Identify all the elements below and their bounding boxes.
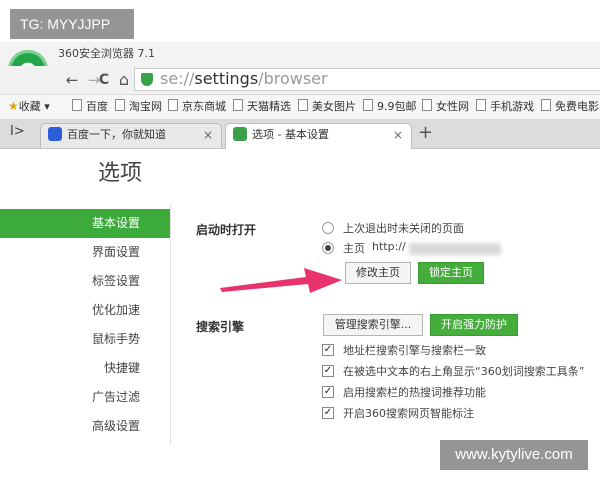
bookmark-item[interactable]: 9.9包邮 (363, 98, 417, 114)
bookmark-label: 9.9包邮 (377, 100, 417, 113)
close-icon[interactable]: × (203, 124, 213, 146)
sidebar-item-advanced[interactable]: 高级设置 (0, 412, 170, 441)
radio-last-session[interactable] (322, 222, 334, 234)
sidebar-item-gestures[interactable]: 鼠标手势 (0, 325, 170, 354)
new-tab-button[interactable]: + (418, 122, 433, 143)
bookmark-item[interactable]: 手机游戏 (476, 98, 534, 114)
bookmark-favorites[interactable]: ★收藏 ▾ (8, 98, 50, 114)
startup-heading: 启动时打开 (196, 223, 257, 237)
close-icon[interactable]: × (393, 124, 403, 146)
home-button[interactable]: ⌂ (114, 70, 134, 90)
checkbox-label: 地址栏搜索引擎与搜索栏一致 (343, 344, 486, 357)
checkbox-addressbar-sync[interactable]: ✓ (322, 344, 334, 356)
page-icon (476, 99, 486, 111)
star-icon: ★ (8, 99, 19, 113)
bookmark-label: 美女图片 (312, 100, 356, 113)
radio-homepage[interactable] (322, 242, 334, 254)
homepage-url-redacted (409, 243, 501, 255)
page-icon (233, 99, 243, 111)
app-title: 360安全浏览器 7.1 (58, 47, 155, 60)
bookmark-label: 淘宝网 (129, 100, 162, 113)
search-heading: 搜索引擎 (196, 320, 245, 334)
bookmark-item[interactable]: 天猫精选 (233, 98, 291, 114)
watermark-bottom: www.kytylive.com (440, 440, 588, 470)
tab-label: 选项 - 基本设置 (252, 128, 329, 141)
bookmark-label: 京东商城 (182, 100, 226, 113)
page-title: 选项 (98, 161, 143, 186)
reload-icon[interactable]: C (94, 70, 114, 90)
lock-homepage-button[interactable]: 锁定主页 (418, 262, 484, 284)
sidebar-toggle-button[interactable]: I> (10, 124, 25, 139)
wrench-icon (233, 127, 247, 141)
page-icon (115, 99, 125, 111)
tab-baidu[interactable]: 百度一下，你就知道 × (40, 123, 222, 148)
checkbox-selection-toolbar[interactable]: ✓ (322, 365, 334, 377)
watermark-top: TG: MYYJJPP (10, 9, 134, 39)
sidebar-divider (170, 205, 171, 445)
pointer-arrow-icon (220, 268, 342, 293)
page-icon (72, 99, 82, 111)
bookmark-label: 手机游戏 (490, 100, 534, 113)
sidebar-item-shortcuts[interactable]: 快捷键 (0, 354, 170, 383)
homepage-url: http:// (372, 240, 406, 253)
tab-settings[interactable]: 选项 - 基本设置 × (225, 123, 412, 149)
sidebar-item-basic[interactable]: 基本设置 (0, 209, 170, 238)
sidebar-item-adblock[interactable]: 广告过滤 (0, 383, 170, 412)
sidebar-item-tabs[interactable]: 标签设置 (0, 267, 170, 296)
bookmark-item[interactable]: 美女图片 (298, 98, 356, 114)
favorites-label: 收藏 (18, 100, 41, 113)
bookmark-label: 免费电影 (555, 100, 599, 113)
bookmark-item[interactable]: 免费电影 (541, 98, 599, 114)
page-icon (298, 99, 308, 111)
sidebar-item-optimize[interactable]: 优化加速 (0, 296, 170, 325)
bookmark-item[interactable]: 淘宝网 (115, 98, 162, 114)
tab-label: 百度一下，你就知道 (67, 128, 166, 141)
checkbox-label: 启用搜索栏的热搜词推荐功能 (343, 386, 486, 399)
sidebar-item-interface[interactable]: 界面设置 (0, 238, 170, 267)
option-homepage-label: 主页 (343, 242, 365, 255)
url-suffix: /browser (258, 69, 328, 88)
checkbox-smart-annotation[interactable]: ✓ (322, 407, 334, 419)
url-main: settings (194, 69, 259, 88)
bookmark-label: 女性网 (436, 100, 469, 113)
bookmark-item[interactable]: 百度 (72, 98, 108, 114)
option-last-session-label: 上次退出时未关闭的页面 (343, 222, 464, 235)
url-text[interactable]: se://settings/browser (160, 69, 328, 89)
url-prefix: se:// (160, 69, 195, 88)
baidu-paw-icon (48, 127, 62, 141)
back-button[interactable]: ← (62, 70, 82, 90)
page-icon (541, 99, 551, 111)
shield-icon (141, 73, 153, 86)
bookmark-item[interactable]: 京东商城 (168, 98, 226, 114)
bookmark-item[interactable]: 女性网 (422, 98, 469, 114)
checkbox-label: 在被选中文本的右上角显示“360划词搜索工具条” (343, 365, 585, 378)
page-icon (363, 99, 373, 111)
bookmark-label: 百度 (86, 100, 108, 113)
bookmark-label: 天猫精选 (247, 100, 291, 113)
manage-search-engines-button[interactable]: 管理搜索引擎... (323, 314, 423, 336)
page-icon (422, 99, 432, 111)
checkbox-label: 开启360搜索网页智能标注 (343, 407, 474, 420)
enable-protection-button[interactable]: 开启强力防护 (430, 314, 518, 336)
modify-homepage-button[interactable]: 修改主页 (345, 262, 411, 284)
checkbox-hot-search[interactable]: ✓ (322, 386, 334, 398)
page-icon (168, 99, 178, 111)
